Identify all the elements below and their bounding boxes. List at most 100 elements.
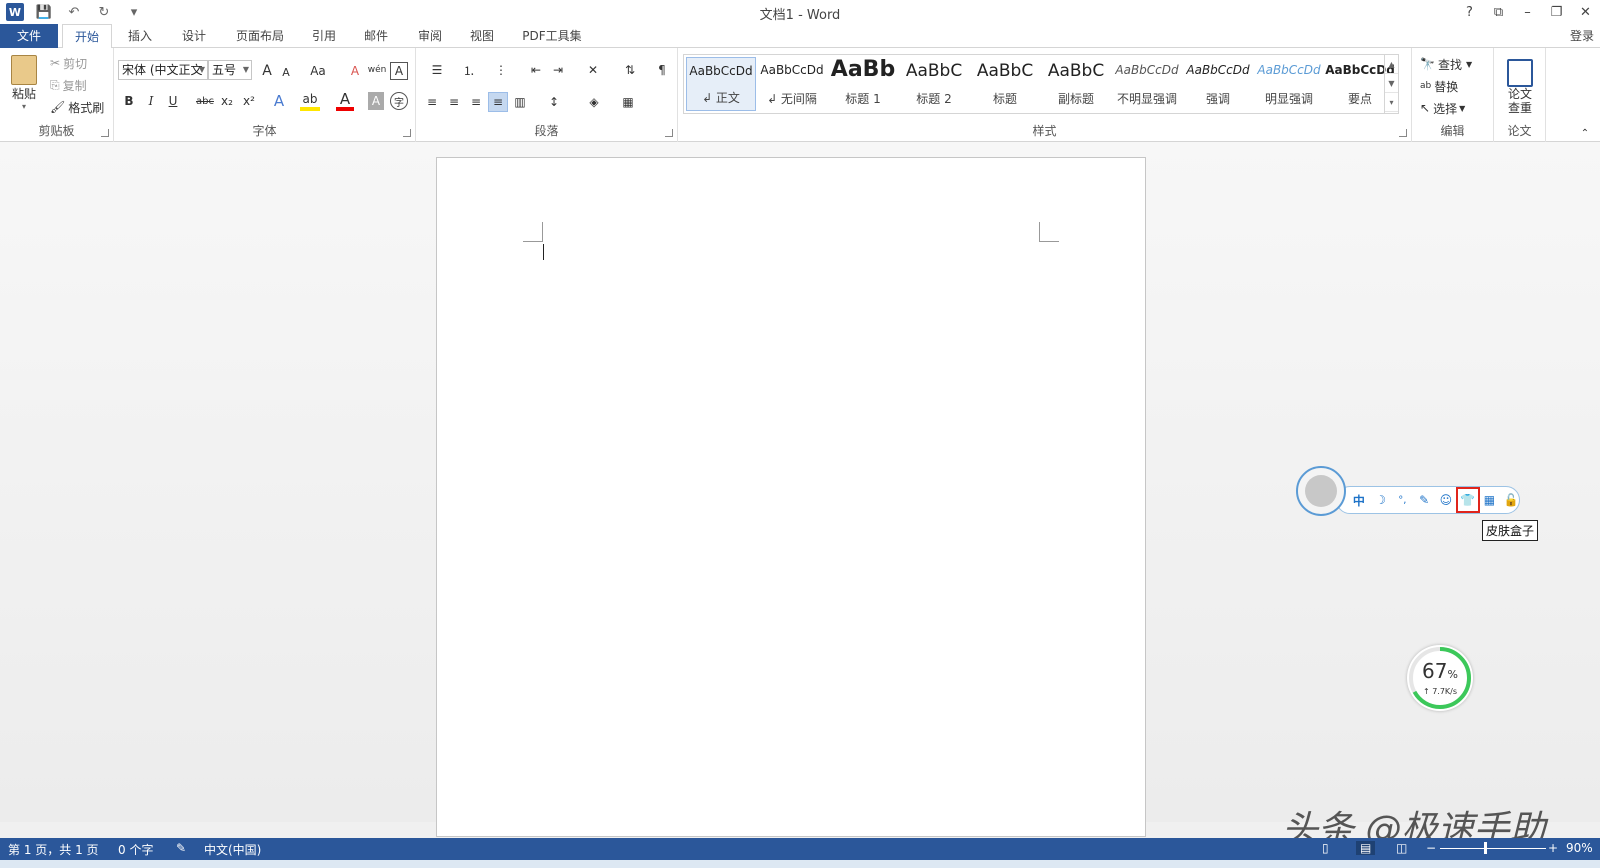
punctuation-icon[interactable]: °, [1395, 491, 1411, 509]
font-name-combo[interactable]: 宋体 (中文正文 ▼ [118, 60, 208, 80]
half-width-icon[interactable]: ☽ [1373, 491, 1389, 509]
bullets-button[interactable]: ☰ [424, 60, 450, 80]
login-link[interactable]: 登录 [1570, 27, 1594, 44]
char-shading-button[interactable]: A [368, 92, 384, 110]
tab-file[interactable]: 文件 [0, 24, 58, 48]
tab-mailings[interactable]: 邮件 [356, 24, 396, 48]
style-heading-2[interactable]: AaBbC 标题 2 [899, 57, 969, 111]
tools-icon[interactable]: ✎ [1416, 491, 1432, 509]
char-border-button[interactable]: A [390, 62, 408, 80]
zoom-slider-thumb[interactable] [1484, 842, 1487, 854]
speed-meter[interactable]: 67% ↑ 7.7K/s [1407, 645, 1473, 711]
paper-check-button[interactable]: 论文 查重 [1498, 54, 1542, 120]
tab-layout[interactable]: 页面布局 [228, 24, 292, 48]
change-case-button[interactable]: Aa [304, 62, 332, 80]
show-marks-button[interactable]: ¶ [652, 60, 672, 80]
increase-indent-button[interactable]: ⇥ [548, 60, 568, 80]
tab-home[interactable]: 开始 [62, 24, 112, 49]
read-mode-icon[interactable]: ▯ [1322, 841, 1329, 855]
sort-button[interactable]: ⇅ [620, 60, 640, 80]
distributed-button[interactable]: ▥ [510, 92, 530, 112]
line-spacing-button[interactable]: ↕ [540, 92, 568, 112]
decrease-indent-button[interactable]: ⇤ [526, 60, 546, 80]
lock-icon[interactable]: 🔓 [1503, 491, 1519, 509]
tab-insert[interactable]: 插入 [120, 24, 160, 48]
align-center-button[interactable]: ≡ [444, 92, 464, 112]
multilevel-list-button[interactable]: ⋮ [488, 60, 514, 80]
close-button[interactable]: ✕ [1571, 0, 1600, 24]
shrink-font-button[interactable]: A [278, 64, 294, 80]
copy-button[interactable]: ⎘ 复制 [50, 76, 87, 94]
style-no-spacing[interactable]: AaBbCcDd ↲ 无间隔 [757, 57, 827, 111]
style-subtle-emphasis[interactable]: AaBbCcDd 不明显强调 [1112, 57, 1182, 111]
italic-button[interactable]: I [142, 92, 160, 110]
font-color-button[interactable]: A [336, 90, 354, 111]
justify-button[interactable]: ≡ [488, 92, 508, 112]
paste-button[interactable]: 粘贴 ▾ [6, 54, 42, 112]
borders-button[interactable]: ▦ [614, 92, 642, 112]
styles-launcher-icon[interactable] [1399, 129, 1407, 137]
phonetic-guide-button[interactable]: wén [368, 60, 387, 80]
enclose-char-button[interactable]: 字 [390, 92, 408, 110]
style-intense-emphasis[interactable]: AaBbCcDd 明显强调 [1254, 57, 1324, 111]
find-button[interactable]: 🔭 查找 ▼ [1420, 54, 1472, 74]
ime-avatar[interactable] [1296, 466, 1346, 516]
emoji-icon[interactable]: ☺ [1438, 491, 1454, 509]
align-right-button[interactable]: ≡ [466, 92, 486, 112]
gallery-more-icon[interactable]: ▾ [1385, 93, 1398, 112]
tab-references[interactable]: 引用 [304, 24, 344, 48]
proofing-icon[interactable]: ✎ [176, 841, 186, 855]
cut-button[interactable]: ✂ 剪切 [50, 54, 87, 72]
format-painter-button[interactable]: 🖌 格式刷 [50, 98, 104, 116]
subscript-button[interactable]: x₂ [218, 92, 236, 110]
chinese-layout-button[interactable]: ✕ [580, 60, 606, 80]
gallery-up-icon[interactable]: ▲ [1385, 55, 1398, 74]
font-size-combo[interactable]: 五号 ▼ [208, 60, 252, 80]
text-effects-button[interactable]: A [270, 91, 288, 111]
chinese-mode-button[interactable]: 中 [1351, 491, 1367, 509]
maximize-button[interactable]: ❐ [1542, 0, 1571, 24]
clipboard-launcher-icon[interactable] [101, 129, 109, 137]
print-layout-icon[interactable]: ▤ [1356, 841, 1376, 855]
zoom-level[interactable]: 90% [1566, 841, 1593, 855]
numbering-button[interactable]: ⒈ [456, 60, 482, 80]
tab-view[interactable]: 视图 [462, 24, 502, 48]
clear-format-button[interactable]: A [346, 62, 364, 80]
grid-menu-icon[interactable]: ▦ [1482, 491, 1498, 509]
status-bar: 第 1 页，共 1 页 0 个字 ✎ 中文(中国) ▯ ▤ ◫ − + 90% [0, 838, 1600, 860]
replace-button[interactable]: ab 替换 [1420, 76, 1458, 96]
language[interactable]: 中文(中国) [204, 841, 261, 858]
underline-button[interactable]: U [164, 92, 182, 110]
document-page[interactable] [436, 157, 1146, 837]
skin-box-icon[interactable]: 👕 [1455, 487, 1480, 513]
style-emphasis[interactable]: AaBbCcDd 强调 [1183, 57, 1253, 111]
style-title[interactable]: AaBbC 标题 [970, 57, 1040, 111]
minimize-button[interactable]: – [1513, 0, 1542, 24]
bold-button[interactable]: B [120, 92, 138, 110]
zoom-out-button[interactable]: − [1426, 841, 1436, 855]
web-layout-icon[interactable]: ◫ [1396, 841, 1407, 855]
paragraph-launcher-icon[interactable] [665, 129, 673, 137]
align-left-button[interactable]: ≡ [422, 92, 442, 112]
font-launcher-icon[interactable] [403, 129, 411, 137]
style-normal[interactable]: AaBbCcDd ↲ 正文 [686, 57, 756, 111]
page-count[interactable]: 第 1 页，共 1 页 [8, 841, 99, 858]
help-button[interactable]: ? [1455, 0, 1484, 24]
tab-design[interactable]: 设计 [174, 24, 214, 48]
tab-review[interactable]: 审阅 [410, 24, 450, 48]
style-heading-1[interactable]: AaBb 标题 1 [828, 57, 898, 111]
highlight-button[interactable]: ab [300, 91, 320, 111]
shading-button[interactable]: ◈ [580, 92, 608, 112]
ribbon-display-button[interactable]: ⧉ [1484, 0, 1513, 24]
grow-font-button[interactable]: A [258, 62, 276, 80]
zoom-in-button[interactable]: + [1548, 841, 1558, 855]
style-subtitle[interactable]: AaBbC 副标题 [1041, 57, 1111, 111]
gallery-down-icon[interactable]: ▼ [1385, 74, 1398, 93]
collapse-ribbon-icon[interactable]: ⌃ [1578, 126, 1592, 140]
tab-pdf-tools[interactable]: PDF工具集 [516, 24, 588, 48]
zoom-slider[interactable] [1440, 848, 1546, 849]
superscript-button[interactable]: x² [240, 92, 258, 110]
word-count[interactable]: 0 个字 [118, 841, 153, 858]
strikethrough-button[interactable]: abc [194, 92, 216, 110]
select-button[interactable]: ↖ 选择 ▼ [1420, 98, 1465, 118]
